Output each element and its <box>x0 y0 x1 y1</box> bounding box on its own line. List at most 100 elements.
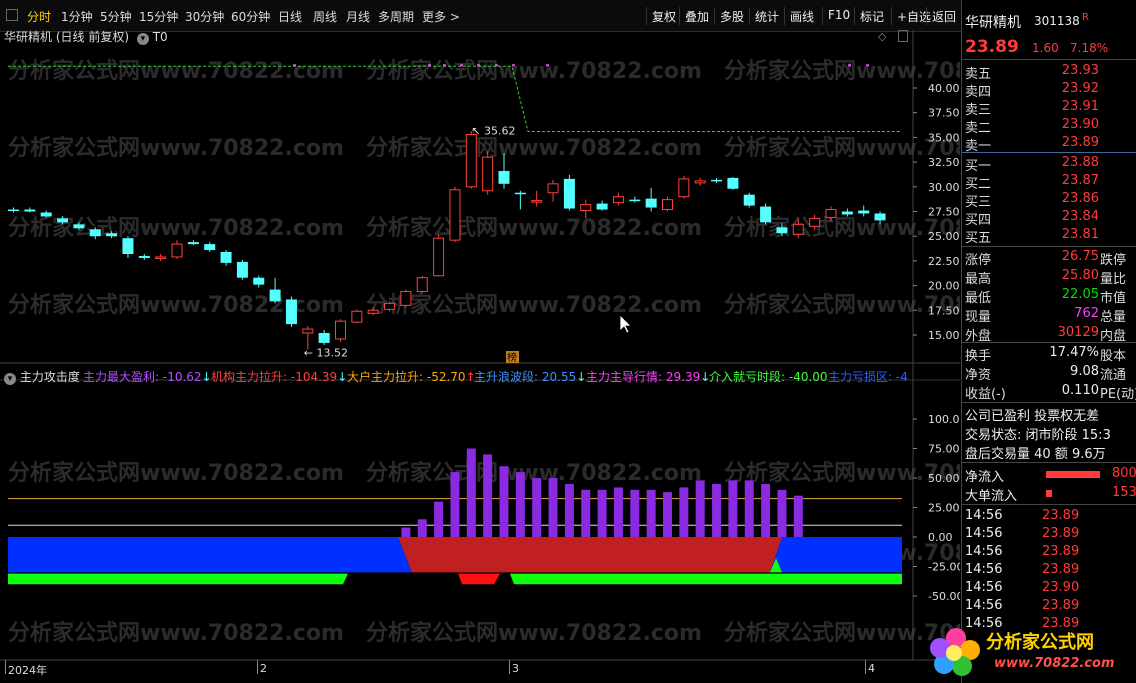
quote-row: 买三 23.86 <box>962 191 1136 210</box>
period-tab-5[interactable]: 60分钟 <box>231 8 270 25</box>
indicator-item-label: 介入就亏时段: -40.00 <box>709 370 828 384</box>
candle[interactable] <box>433 234 445 277</box>
quote-value: 23.92 <box>1061 81 1099 96</box>
candle[interactable] <box>760 203 772 225</box>
quote-value: 9.08 <box>1070 364 1099 379</box>
candle[interactable] <box>694 177 706 186</box>
toolbar-button-1[interactable]: 叠加 <box>685 8 709 25</box>
candle[interactable] <box>596 200 608 211</box>
candle[interactable] <box>711 177 723 183</box>
candle[interactable] <box>335 319 346 342</box>
quote-row: 收益(-) 0.110 PE(动) <box>962 383 1136 402</box>
candle[interactable] <box>449 186 461 243</box>
period-tab-8[interactable]: 月线 <box>346 8 370 25</box>
candle-body <box>171 243 183 258</box>
candle[interactable] <box>465 131 477 189</box>
candle[interactable] <box>514 190 526 210</box>
candle-body <box>220 252 232 263</box>
date-label-0: 2024年 <box>8 664 47 677</box>
period-toolbar-left-icon[interactable] <box>6 9 18 21</box>
candle[interactable] <box>318 330 330 345</box>
candle[interactable] <box>155 253 167 261</box>
candle-body <box>563 178 575 209</box>
candle-body <box>841 211 853 215</box>
candle[interactable] <box>400 289 412 308</box>
toolbar-button-8[interactable]: 返回 <box>932 8 956 25</box>
candle[interactable] <box>678 175 690 199</box>
quote-key: 净资 <box>965 368 992 383</box>
candle-body <box>531 200 543 203</box>
indicator-name[interactable]: 主力攻击度 <box>20 370 80 384</box>
watermark-text: 分析家公式网www.70822.com <box>8 620 344 646</box>
toolbar-button-2[interactable]: 多股 <box>720 8 744 25</box>
candle[interactable] <box>645 187 657 212</box>
candle[interactable] <box>629 196 641 203</box>
quote-key: 卖四 <box>965 85 992 100</box>
quote-row: 卖三 23.91 <box>962 99 1136 118</box>
candle[interactable] <box>24 207 36 213</box>
candle[interactable] <box>122 236 134 258</box>
indicator-gear-icon[interactable]: ▾ <box>4 373 16 385</box>
candle[interactable] <box>171 240 183 259</box>
candle[interactable] <box>285 296 297 328</box>
period-tab-10[interactable]: 更多 > <box>422 8 460 25</box>
signal-marker <box>848 64 851 67</box>
bang-badge[interactable]: 榜 <box>506 351 519 364</box>
toolbar-button-4[interactable]: 画线 <box>790 8 814 25</box>
candle[interactable] <box>727 176 739 190</box>
bang-badge-text: 榜 <box>507 351 517 364</box>
toolbar-button-6[interactable]: 标记 <box>860 8 884 25</box>
candle[interactable] <box>40 210 52 218</box>
candle[interactable] <box>563 174 575 211</box>
candle[interactable] <box>269 277 281 304</box>
quote-value: 26.75 <box>1061 249 1099 264</box>
period-tab-7[interactable]: 周线 <box>313 8 337 25</box>
candle[interactable] <box>384 301 396 312</box>
candle-body <box>285 299 297 325</box>
period-tab-0[interactable]: 分时 <box>27 8 51 25</box>
toolbar-button-5[interactable]: F10 <box>828 8 850 22</box>
candle[interactable] <box>204 242 216 253</box>
candle[interactable] <box>220 250 232 266</box>
period-tab-9[interactable]: 多周期 <box>378 8 414 25</box>
period-tab-4[interactable]: 30分钟 <box>185 8 224 25</box>
candle[interactable] <box>236 259 248 280</box>
candle[interactable] <box>8 207 19 213</box>
indicator-item-label: 大户主力拉升: -52.70 <box>347 370 466 384</box>
candle-body <box>449 189 461 241</box>
quote-stock-code: 301138 <box>1034 14 1080 28</box>
quote-key2: 量比 <box>1100 272 1127 287</box>
period-tab-3[interactable]: 15分钟 <box>139 8 178 25</box>
toolbar-button-3[interactable]: 统计 <box>755 8 779 25</box>
candle[interactable] <box>531 190 543 207</box>
candle[interactable] <box>662 196 673 212</box>
quote-change: 1.60 <box>1032 41 1059 55</box>
candle-body <box>858 210 870 214</box>
tick-price: 23.89 <box>1042 544 1080 559</box>
candle[interactable] <box>416 275 428 294</box>
candle[interactable] <box>547 179 559 202</box>
indicator-tick-label: 25.00 <box>928 502 960 515</box>
toolbar-button-0[interactable]: 复权 <box>652 8 676 25</box>
quote-key2: 跌停 <box>1100 253 1127 268</box>
candle-body <box>433 237 445 277</box>
candle[interactable] <box>351 309 363 324</box>
period-tab-1[interactable]: 1分钟 <box>61 8 93 25</box>
signal-marker <box>460 64 463 67</box>
candle[interactable] <box>253 275 265 288</box>
candle-body <box>645 198 657 208</box>
date-label-3: 4 <box>868 662 875 675</box>
candle[interactable] <box>482 151 494 195</box>
toolbar-separator <box>714 7 715 25</box>
period-tab-6[interactable]: 日线 <box>278 8 302 25</box>
blue-zone-right <box>770 537 902 573</box>
price-tick-label: 27.50 <box>928 206 960 219</box>
period-tab-2[interactable]: 5分钟 <box>100 8 132 25</box>
quote-key: 涨停 <box>965 253 992 268</box>
candle[interactable] <box>138 253 150 260</box>
candle[interactable] <box>743 192 755 208</box>
candle[interactable] <box>612 192 624 206</box>
quote-key: 现量 <box>965 310 992 325</box>
candle[interactable] <box>858 205 870 217</box>
kline-chart[interactable]: 分析家公式网www.70822.com 分析家公式网www.70822.com 分析… <box>0 30 960 683</box>
